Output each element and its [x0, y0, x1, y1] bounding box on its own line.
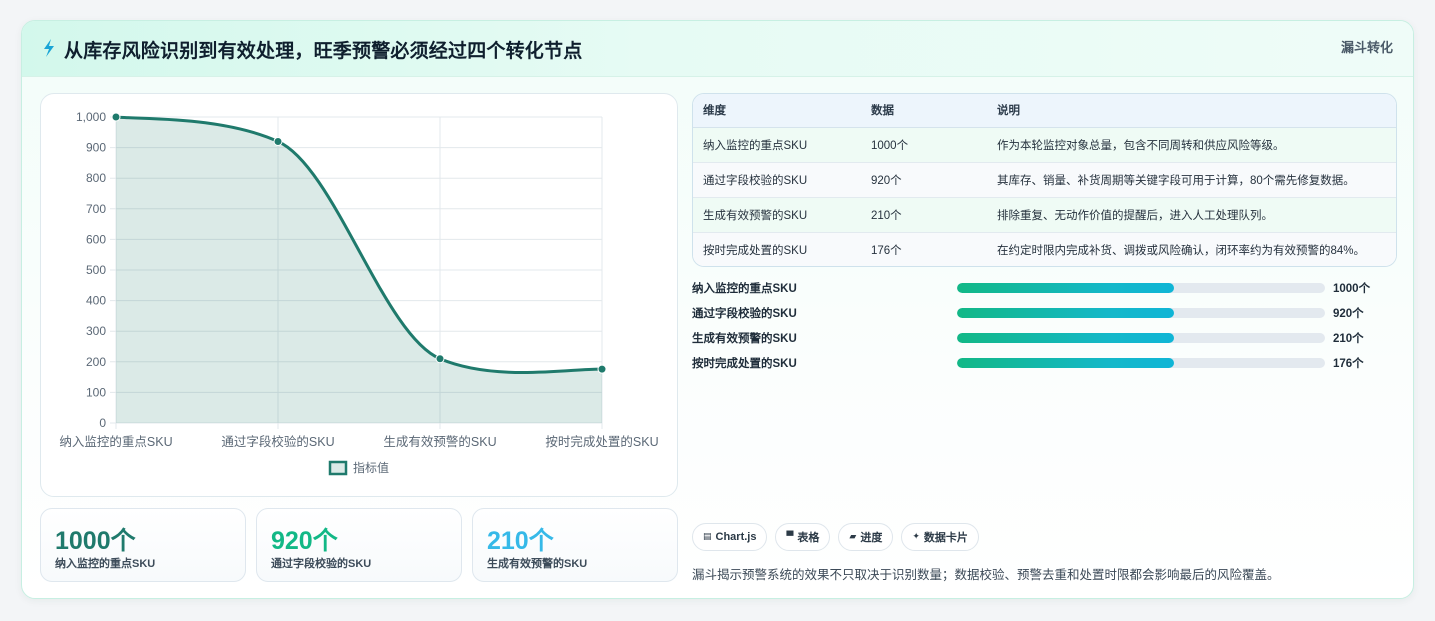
- progress-row: 通过字段校验的SKU 920个: [692, 303, 1397, 323]
- kpi-value: 920个: [271, 527, 338, 555]
- lightning-icon: [44, 39, 54, 57]
- table-cell: 在约定时限内完成补货、调拨或风险确认，闭环率约为有效预警的84%。: [997, 244, 1366, 257]
- chart-icon: ▤: [703, 532, 712, 542]
- y-tick-label: 400: [86, 294, 106, 308]
- data-point: [597, 364, 607, 374]
- section-tag: 漏斗转化: [1340, 40, 1393, 55]
- progress-label: 按时完成处置的SKU: [692, 358, 797, 370]
- progress-label: 生成有效预警的SKU: [692, 333, 797, 345]
- table-cell: 920个: [871, 174, 902, 187]
- table-cell: 1000个: [871, 139, 909, 152]
- x-tick-label: 纳入监控的重点SKU: [59, 434, 172, 449]
- progress-value: 210个: [1333, 333, 1364, 345]
- progress-fill: [957, 283, 1175, 293]
- y-tick-label: 0: [99, 416, 106, 430]
- chip-data-card[interactable]: ✦ 数据卡片: [901, 523, 979, 551]
- table-cell: 排除重复、无动作价值的提醒后，进入人工处理队列。: [997, 209, 1273, 222]
- progress-fill: [957, 358, 1175, 368]
- column-header: 说明: [987, 94, 1396, 128]
- data-point: [111, 112, 121, 122]
- table-row: 纳入监控的重点SKU 1000个 作为本轮监控对象总量，包含不同周转和供应风险等…: [693, 127, 1396, 162]
- footnote: 漏斗揭示预警系统的效果不只取决于识别数量；数据校验、预警去重和处置时限都会影响最…: [692, 568, 1280, 582]
- table-row: 通过字段校验的SKU 920个 其库存、销量、补货周期等关键字段可用于计算，80…: [693, 162, 1396, 197]
- progress-track: [957, 358, 1325, 368]
- x-tick-label: 按时完成处置的SKU: [545, 434, 658, 449]
- kpi-label: 生成有效预警的SKU: [487, 558, 588, 570]
- legend-swatch: [328, 460, 348, 476]
- page-title: 从库存风险识别到有效处理，旺季预警必须经过四个转化节点: [64, 41, 583, 62]
- progress-label: 纳入监控的重点SKU: [692, 283, 797, 295]
- funnel-line-chart: 0 100 200 300 400 500 600 700 800 900 1,000 纳入监控的重点…: [59, 110, 659, 476]
- kpi-card: 1000个 纳入监控的重点SKU: [40, 508, 246, 582]
- kpi-card: 210个 生成有效预警的SKU: [472, 508, 678, 582]
- y-tick-label: 800: [86, 171, 106, 185]
- kpi-value: 210个: [487, 527, 554, 555]
- y-tick-label: 900: [86, 141, 106, 155]
- table-cell: 其库存、销量、补货周期等关键字段可用于计算，80个需先修复数据。: [997, 174, 1355, 187]
- data-point: [273, 136, 283, 146]
- y-tick-label: 600: [86, 232, 106, 246]
- data-table: 维度 数据 说明 纳入监控的重点SKU 1000个 作为本轮监控对象总量，包含不…: [693, 94, 1396, 266]
- progress-track: [957, 308, 1325, 318]
- progress-row: 按时完成处置的SKU 176个: [692, 353, 1397, 373]
- x-tick-label: 生成有效预警的SKU: [383, 434, 496, 449]
- sparkle-icon: ✦: [912, 532, 920, 542]
- progress-track: [957, 333, 1325, 343]
- chip-label: Chart.js: [715, 531, 757, 543]
- chip-label: 数据卡片: [923, 532, 968, 544]
- y-tick-label: 300: [86, 324, 106, 338]
- progress-value: 176个: [1333, 358, 1364, 370]
- kpi-label: 通过字段校验的SKU: [271, 558, 372, 570]
- tech-chips: ▤ Chart.js ▀ 表格 ▰ 进度 ✦ 数据卡片: [692, 523, 979, 551]
- chip-chartjs[interactable]: ▤ Chart.js: [692, 523, 768, 551]
- y-tick-label: 200: [86, 355, 106, 369]
- table-cell: 纳入监控的重点SKU: [703, 139, 808, 152]
- progress-value: 920个: [1333, 308, 1364, 320]
- card-header: 从库存风险识别到有效处理，旺季预警必须经过四个转化节点 漏斗转化: [22, 21, 1413, 77]
- chip-table[interactable]: ▀ 表格: [775, 523, 831, 551]
- data-point: [435, 354, 445, 364]
- chip-progress[interactable]: ▰ 进度: [838, 523, 894, 551]
- kpi-cards: 1000个 纳入监控的重点SKU 920个 通过字段校验的SKU 210个 生成…: [40, 508, 678, 582]
- chip-label: 表格: [797, 532, 820, 544]
- progress-icon: ▰: [849, 532, 857, 542]
- y-tick-label: 1,000: [76, 110, 106, 124]
- data-table-panel: 维度 数据 说明 纳入监控的重点SKU 1000个 作为本轮监控对象总量，包含不…: [692, 93, 1397, 267]
- table-icon: ▀: [786, 532, 794, 542]
- column-header: 维度: [693, 94, 861, 128]
- progress-fill: [957, 333, 1175, 343]
- progress-track: [957, 283, 1325, 293]
- column-header: 数据: [861, 94, 987, 128]
- table-row: 按时完成处置的SKU 176个 在约定时限内完成补货、调拨或风险确认，闭环率约为…: [693, 232, 1396, 266]
- progress-list: 纳入监控的重点SKU 1000个 通过字段校验的SKU 920个 生成有效预警的…: [692, 278, 1397, 378]
- progress-row: 纳入监控的重点SKU 1000个: [692, 278, 1397, 298]
- chip-label: 进度: [860, 532, 883, 544]
- kpi-card: 920个 通过字段校验的SKU: [256, 508, 462, 582]
- table-cell: 作为本轮监控对象总量，包含不同周转和供应风险等级。: [997, 139, 1285, 152]
- table-cell: 按时完成处置的SKU: [703, 244, 808, 257]
- progress-label: 通过字段校验的SKU: [692, 308, 797, 320]
- table-cell: 176个: [871, 244, 902, 257]
- kpi-label: 纳入监控的重点SKU: [55, 558, 156, 570]
- table-cell: 生成有效预警的SKU: [703, 209, 808, 222]
- table-row: 生成有效预警的SKU 210个 排除重复、无动作价值的提醒后，进入人工处理队列。: [693, 197, 1396, 232]
- table-cell: 210个: [871, 209, 902, 222]
- progress-row: 生成有效预警的SKU 210个: [692, 328, 1397, 348]
- line-chart-panel: 0 100 200 300 400 500 600 700 800 900 1,000 纳入监控的重点…: [40, 93, 678, 497]
- table-cell: 通过字段校验的SKU: [703, 174, 808, 187]
- y-tick-label: 700: [86, 202, 106, 216]
- table-header-row: 维度 数据 说明: [693, 94, 1396, 128]
- progress-fill: [957, 308, 1175, 318]
- x-tick-label: 通过字段校验的SKU: [221, 434, 334, 449]
- y-tick-label: 500: [86, 263, 106, 277]
- kpi-value: 1000个: [55, 527, 136, 555]
- progress-value: 1000个: [1333, 283, 1371, 295]
- funnel-card: 从库存风险识别到有效处理，旺季预警必须经过四个转化节点 漏斗转化 0 100 200…: [21, 20, 1414, 599]
- y-tick-label: 100: [86, 385, 106, 399]
- legend-label: 指标值: [353, 460, 389, 475]
